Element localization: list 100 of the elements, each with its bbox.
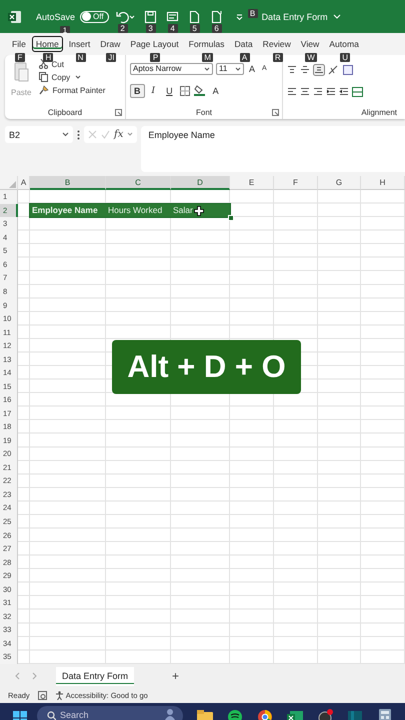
column-header[interactable]: B xyxy=(30,176,106,190)
caret-icon xyxy=(127,132,134,137)
group-label: Clipboard xyxy=(48,108,82,119)
underline-button[interactable]: U xyxy=(162,84,177,98)
autosave-toggle[interactable]: Off xyxy=(80,10,109,22)
increase-indent-icon xyxy=(339,87,349,96)
align-bottom-icon xyxy=(313,64,325,76)
grow-font-button[interactable]: A xyxy=(247,62,258,76)
align-center-icon xyxy=(300,87,310,96)
format-painter-button[interactable]: Format Painter xyxy=(37,84,108,96)
search-field[interactable]: Search xyxy=(37,706,183,720)
keytip-badge: 2 xyxy=(118,24,128,32)
more-options-icon xyxy=(77,130,80,140)
fill-handle[interactable] xyxy=(228,215,234,222)
ribbon-tab[interactable]: Formulas xyxy=(184,36,228,52)
save-icon xyxy=(144,10,157,24)
formula-field[interactable]: Employee Name xyxy=(141,126,405,172)
align-left-icon xyxy=(287,87,297,96)
music-app-icon[interactable] xyxy=(227,708,243,720)
bold-button[interactable]: B xyxy=(130,84,144,98)
accessibility-icon xyxy=(54,691,64,700)
table-cell[interactable]: Hours Worked xyxy=(106,204,171,218)
borders-icon xyxy=(180,86,191,96)
fill-color-icon xyxy=(194,85,206,96)
undo-icon xyxy=(116,10,129,24)
font-size-field[interactable]: 11 xyxy=(216,62,244,74)
column-header[interactable]: A xyxy=(18,176,30,190)
document-icon xyxy=(188,10,201,24)
add-sheet-button[interactable]: + xyxy=(168,669,184,683)
ribbon-tab[interactable]: File xyxy=(8,36,30,52)
keytip-badge: P xyxy=(150,53,160,62)
align-right-icon xyxy=(313,87,323,96)
name-box[interactable]: B2 xyxy=(5,126,73,143)
font-color-button[interactable]: A xyxy=(208,84,223,98)
select-all-icon xyxy=(9,181,16,188)
ribbon-tab[interactable]: Review xyxy=(258,36,295,52)
decrease-indent-icon xyxy=(326,87,336,96)
keytip-badge: 6 xyxy=(212,24,222,32)
keytip-badge: 5 xyxy=(190,24,200,32)
tile-app-icon[interactable] xyxy=(347,708,363,720)
keytip-badge: B xyxy=(248,8,258,18)
copy-button[interactable]: Copy xyxy=(37,71,108,83)
keytip-badge: 4 xyxy=(168,24,178,32)
keytip-badge: 3 xyxy=(146,24,156,32)
align-middle-icon xyxy=(300,65,310,74)
italic-button[interactable]: I xyxy=(148,84,160,98)
confirm-icon xyxy=(101,130,110,139)
keytip-badge: JI xyxy=(106,53,116,62)
sheet-tab[interactable]: Data Entry Form xyxy=(56,666,134,686)
macro-recorder-icon xyxy=(38,691,47,700)
chevron-down-icon xyxy=(332,14,341,20)
customize-caret-icon xyxy=(236,14,243,20)
keytip-badge: M xyxy=(202,53,213,62)
column-header[interactable]: C xyxy=(106,176,171,190)
caret-icon xyxy=(73,74,82,80)
keytip-badge: U xyxy=(340,53,350,62)
ribbon-tab[interactable]: Home xyxy=(32,36,63,52)
align-top-icon xyxy=(287,65,297,74)
column-header[interactable]: F xyxy=(274,176,318,190)
shortcut-banner: Alt + D + O xyxy=(112,340,301,394)
ribbon-tab[interactable]: View xyxy=(296,36,324,52)
font-name-field[interactable]: Aptos Narrow xyxy=(130,62,213,74)
keytip-badge: F xyxy=(14,53,25,62)
autosave-label: AutoSave xyxy=(36,12,76,22)
ribbon-tab[interactable]: Page Layout xyxy=(126,36,183,52)
merge-cells-icon xyxy=(352,86,363,96)
table-cell[interactable]: Employee Name xyxy=(30,204,106,218)
people-icon xyxy=(165,709,175,720)
group-label: Font xyxy=(196,108,212,119)
ribbon-tab[interactable]: Insert xyxy=(64,36,94,52)
dialog-launcher-icon xyxy=(272,109,279,116)
caret-icon xyxy=(128,14,135,20)
calculator-icon[interactable] xyxy=(377,708,393,720)
document-title[interactable]: Data Entry Form xyxy=(262,12,328,22)
ribbon-tab[interactable]: Draw xyxy=(96,36,124,52)
folder-icon[interactable] xyxy=(197,708,213,720)
recorder-app-icon[interactable] xyxy=(317,708,333,720)
ribbon-tab[interactable]: Automa xyxy=(325,36,363,52)
column-header[interactable]: G xyxy=(318,176,361,190)
next-sheet-icon xyxy=(32,672,38,680)
keytip-badge: R xyxy=(272,53,283,62)
brush-icon xyxy=(39,85,50,95)
column-header[interactable]: E xyxy=(230,176,274,190)
clipboard-icon xyxy=(13,60,30,82)
insert-function-button[interactable]: fx xyxy=(114,129,124,140)
start-icon[interactable] xyxy=(13,708,27,720)
plus-cursor-icon xyxy=(194,206,204,216)
column-header[interactable]: D xyxy=(171,176,230,190)
browser-icon[interactable] xyxy=(257,708,273,720)
group-label: Alignment xyxy=(361,108,397,119)
orientation-icon xyxy=(328,64,340,74)
spreadsheet-app-icon[interactable] xyxy=(287,708,303,720)
caret-icon xyxy=(235,66,241,72)
column-header[interactable]: H xyxy=(361,176,405,190)
caret-icon xyxy=(204,66,210,72)
ribbon-tab[interactable]: Data xyxy=(230,36,257,52)
search-icon xyxy=(47,711,56,720)
form-icon xyxy=(166,10,179,24)
scissors-icon xyxy=(39,59,48,69)
keytip-badge: H xyxy=(43,53,54,62)
